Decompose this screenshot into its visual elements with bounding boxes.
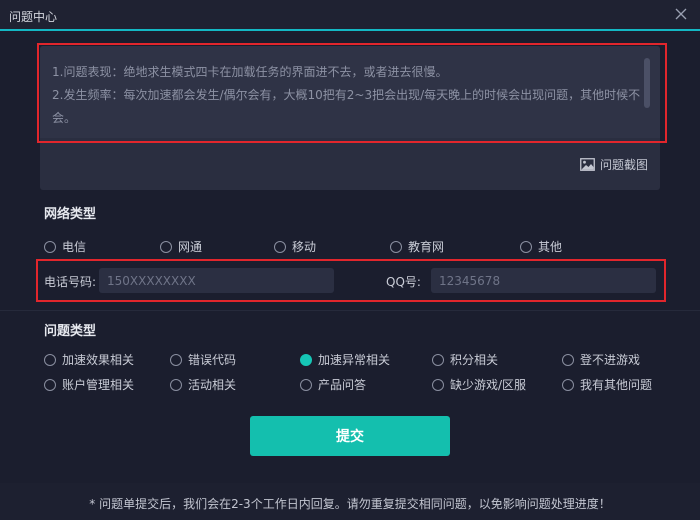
radio-icon xyxy=(562,378,574,391)
image-icon xyxy=(580,158,595,171)
problem-option-label: 错误代码 xyxy=(188,353,237,367)
network-option-label: 电信 xyxy=(62,240,87,254)
problem-option-activity[interactable]: 活动相关 xyxy=(170,376,236,393)
problem-option-label: 活动相关 xyxy=(188,378,237,392)
problem-option-label: 账户管理相关 xyxy=(62,378,135,392)
divider xyxy=(0,310,700,311)
description-panel: 1.问题表现：绝地求生模式四卡在加载任务的界面进不去，或者进去很慢。 2.发生频… xyxy=(40,46,660,190)
radio-icon xyxy=(44,378,56,391)
network-option-mobile[interactable]: 移动 xyxy=(274,238,316,255)
problem-option-label: 加速效果相关 xyxy=(62,353,135,367)
radio-icon xyxy=(300,378,312,391)
description-text: 1.问题表现：绝地求生模式四卡在加载任务的界面进不去，或者进去很慢。 2.发生频… xyxy=(52,61,642,130)
phone-label: 电话号码: xyxy=(44,275,97,289)
close-icon[interactable] xyxy=(674,7,688,21)
network-option-other[interactable]: 其他 xyxy=(520,238,562,255)
screenshot-button[interactable]: 问题截图 xyxy=(580,156,648,173)
network-option-telecom[interactable]: 电信 xyxy=(44,238,86,255)
problem-option-label: 登不进游戏 xyxy=(580,353,641,367)
radio-icon xyxy=(432,378,444,391)
network-option-label: 网通 xyxy=(178,240,203,254)
qq-input[interactable] xyxy=(431,268,656,293)
radio-icon xyxy=(390,240,402,253)
window-title: 问题中心 xyxy=(9,10,58,24)
network-options: 电信 网通 移动 教育网 其他 xyxy=(44,238,664,254)
screenshot-button-label: 问题截图 xyxy=(599,158,648,172)
network-option-netcom[interactable]: 网通 xyxy=(160,238,202,255)
problem-option-acceleration-abnormal[interactable]: 加速异常相关 xyxy=(300,351,390,368)
problem-option-points[interactable]: 积分相关 xyxy=(432,351,498,368)
title-bar: 问题中心 xyxy=(0,0,700,31)
footer-note: * 问题单提交后，我们会在2-3个工作日内回复。请勿重复提交相同问题，以免影响问… xyxy=(89,497,611,511)
network-option-education[interactable]: 教育网 xyxy=(390,238,444,255)
problem-option-product-qa[interactable]: 产品问答 xyxy=(300,376,366,393)
radio-icon xyxy=(44,240,56,253)
network-option-label: 其他 xyxy=(538,240,563,254)
problem-option-label: 产品问答 xyxy=(318,378,367,392)
radio-icon xyxy=(44,353,56,366)
radio-icon xyxy=(170,378,182,391)
problem-option-error-code[interactable]: 错误代码 xyxy=(170,351,236,368)
problem-option-label: 我有其他问题 xyxy=(580,378,653,392)
radio-icon xyxy=(170,353,182,366)
problem-option-label: 积分相关 xyxy=(450,353,499,367)
radio-selected-icon xyxy=(300,353,312,366)
problem-option-account[interactable]: 账户管理相关 xyxy=(44,376,134,393)
description-line: 1.问题表现：绝地求生模式四卡在加载任务的界面进不去，或者进去很慢。 xyxy=(52,65,448,79)
description-line: 2.发生频率：每次加速都会发生/偶尔会有，大概10把有2~3把会出现/每天晚上的… xyxy=(52,88,641,125)
problem-option-cannot-login[interactable]: 登不进游戏 xyxy=(562,351,640,368)
network-option-label: 移动 xyxy=(292,240,317,254)
network-section-title: 网络类型 xyxy=(44,207,97,222)
radio-icon xyxy=(160,240,172,253)
problem-option-acceleration-effect[interactable]: 加速效果相关 xyxy=(44,351,134,368)
submit-button[interactable]: 提交 xyxy=(250,416,450,456)
radio-icon xyxy=(562,353,574,366)
description-textarea[interactable]: 1.问题表现：绝地求生模式四卡在加载任务的界面进不去，或者进去很慢。 2.发生频… xyxy=(40,46,660,138)
footer: * 问题单提交后，我们会在2-3个工作日内回复。请勿重复提交相同问题，以免影响问… xyxy=(0,483,700,520)
radio-icon xyxy=(274,240,286,253)
description-scrollbar[interactable] xyxy=(644,58,650,108)
problem-option-label: 缺少游戏/区服 xyxy=(450,378,527,392)
problem-option-missing-game[interactable]: 缺少游戏/区服 xyxy=(432,376,526,393)
qq-label: QQ号: xyxy=(386,275,421,289)
problem-option-other[interactable]: 我有其他问题 xyxy=(562,376,652,393)
phone-input[interactable] xyxy=(99,268,334,293)
radio-icon xyxy=(432,353,444,366)
problem-option-label: 加速异常相关 xyxy=(318,353,391,367)
radio-icon xyxy=(520,240,532,253)
problem-section-title: 问题类型 xyxy=(44,324,97,339)
network-option-label: 教育网 xyxy=(408,240,445,254)
